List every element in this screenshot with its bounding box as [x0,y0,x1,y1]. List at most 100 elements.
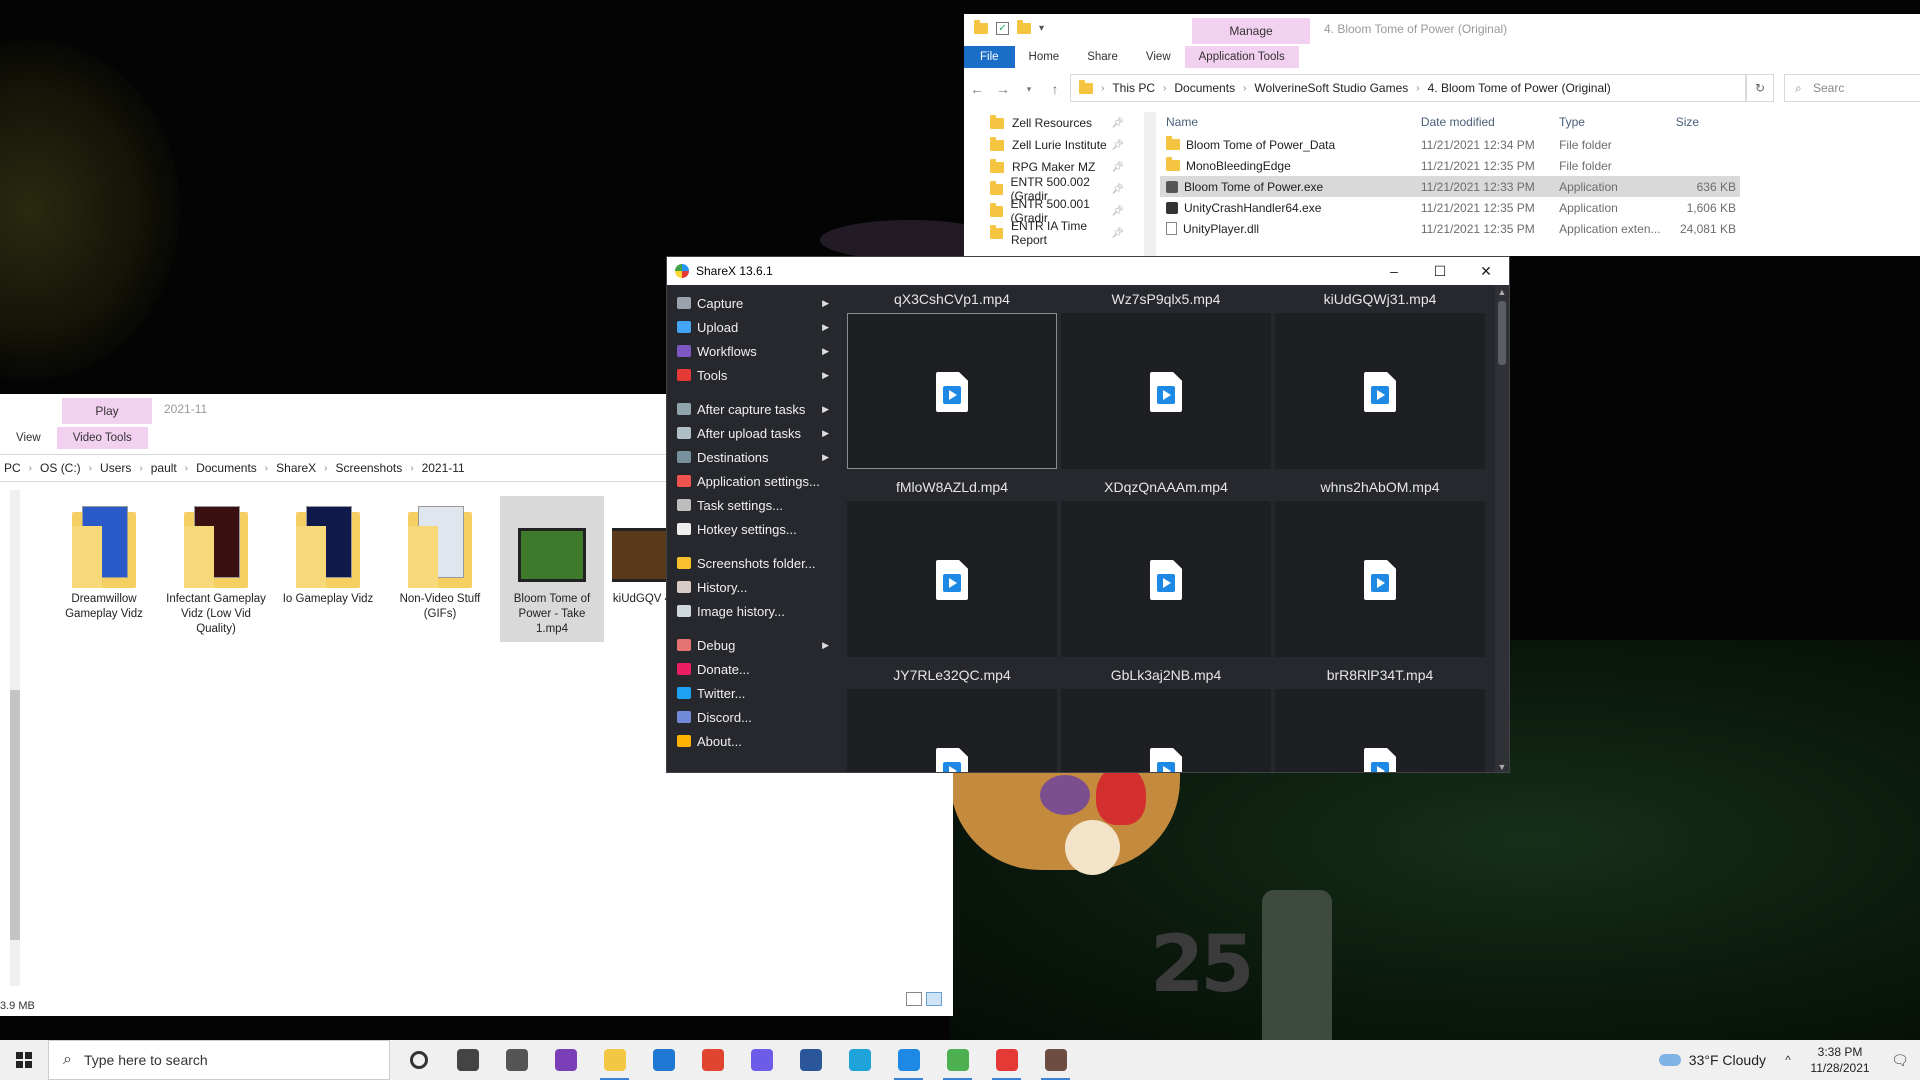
nav-pane-scrollbar[interactable] [10,490,20,986]
menu-item-capture[interactable]: Capture ▶ [667,291,837,315]
show-hidden-icons-chevron-icon[interactable]: ^ [1776,1053,1800,1067]
taskbar-app-button[interactable] [737,1040,786,1080]
column-header-name[interactable]: Name [1160,115,1413,129]
start-button[interactable] [0,1040,48,1080]
menu-item-application-settings[interactable]: Application settings... [667,469,837,493]
list-item[interactable]: Non-Video Stuff (GIFs) [388,496,492,642]
breadcrumb-item[interactable]: ShareX [276,461,316,475]
history-item[interactable]: JY7RLe32QC.mp4 [847,661,1057,772]
history-item-thumbnail[interactable] [1061,689,1271,772]
recent-locations-icon[interactable]: ▾ [1016,84,1042,95]
column-header-date[interactable]: Date modified [1413,115,1553,129]
sharex-titlebar[interactable]: ShareX 13.6.1 – ☐ ✕ [667,257,1509,285]
notification-center-icon[interactable]: 🗨︎ [1880,1052,1920,1069]
list-item[interactable]: kiUdGQV 4 [612,496,672,642]
history-item-thumbnail[interactable] [1061,501,1271,657]
breadcrumb-item[interactable]: WolverineSoft Studio Games [1254,81,1408,95]
scroll-down-icon[interactable]: ▼ [1495,762,1509,772]
menu-item-about[interactable]: About... [667,729,837,753]
new-folder-icon[interactable] [1017,20,1031,34]
close-icon[interactable]: ✕ [1463,257,1509,285]
history-item[interactable]: XDqzQnAAAm.mp4 [1061,473,1271,657]
breadcrumb-item[interactable]: Documents [1174,81,1235,95]
breadcrumb-item[interactable]: pault [151,461,177,475]
history-item[interactable]: whns2hAbOM.mp4 [1275,473,1485,657]
explorer-window-game-folder[interactable]: ✓ ▾ Manage 4. Bloom Tome of Power (Origi… [964,14,1920,256]
column-header-size[interactable]: Size [1670,115,1740,129]
details-view-icon[interactable] [906,992,922,1006]
history-item-thumbnail[interactable] [1275,689,1485,772]
list-item[interactable]: Dreamwillow Gameplay Vidz [52,496,156,642]
history-item[interactable]: qX3CshCVp1.mp4 [847,285,1057,469]
tab-share[interactable]: Share [1073,46,1132,68]
scrollbar-thumb[interactable] [10,690,20,940]
tab-view[interactable]: View [1132,46,1185,68]
history-item[interactable]: Wz7sP9qlx5.mp4 [1061,285,1271,469]
taskbar-app-button[interactable] [639,1040,688,1080]
breadcrumb-item[interactable]: This PC [1112,81,1155,95]
history-item[interactable]: GbLk3aj2NB.mp4 [1061,661,1271,772]
menu-item-screenshots-folder[interactable]: Screenshots folder... [667,551,837,575]
taskbar-app-button[interactable] [541,1040,590,1080]
forward-arrow-icon[interactable]: → [990,81,1016,97]
taskbar-app-button[interactable] [982,1040,1031,1080]
history-item-thumbnail[interactable] [847,501,1057,657]
tab-file[interactable]: File [964,46,1015,68]
nav-item[interactable]: ENTR IA Time Report 📌︎ [990,219,1124,247]
breadcrumb-item[interactable]: OS (C:) [40,461,81,475]
menu-item-twitter[interactable]: Twitter... [667,681,837,705]
large-icons-view-icon[interactable] [926,992,942,1006]
search-input[interactable]: ⌕ Searc [1784,74,1920,102]
nav-item[interactable]: Zell Resources 📌︎ [990,112,1124,134]
tab-application-tools[interactable]: Application Tools [1184,46,1299,68]
menu-item-task-settings[interactable]: Task settings... [667,493,837,517]
breadcrumb-item[interactable]: 2021-11 [422,461,465,475]
menu-item-history[interactable]: History... [667,575,837,599]
table-row[interactable]: UnityCrashHandler64.exe 11/21/2021 12:35… [1160,197,1740,218]
taskbar-app-button[interactable] [884,1040,933,1080]
taskbar-app-button[interactable] [1031,1040,1080,1080]
menu-item-tools[interactable]: Tools ▶ [667,363,837,387]
taskbar-app-button[interactable] [443,1040,492,1080]
menu-item-destinations[interactable]: Destinations ▶ [667,445,837,469]
nav-pane-scrollbar[interactable] [1144,112,1156,256]
history-scrollbar[interactable]: ▲ ▼ [1495,285,1509,772]
history-item-thumbnail[interactable] [847,689,1057,772]
list-item[interactable]: Infectant Gameplay Vidz (Low Vid Quality… [164,496,268,642]
history-item-thumbnail[interactable] [1275,501,1485,657]
taskbar-app-button[interactable] [590,1040,639,1080]
scrollbar-thumb[interactable] [1498,301,1506,365]
list-item[interactable]: Io Gameplay Vidz [276,496,380,642]
tab-manage[interactable]: Manage [1192,18,1310,44]
clock[interactable]: 3:38 PM 11/28/2021 [1800,1044,1880,1076]
nav-item[interactable]: Zell Lurie Institute 📌︎ [990,134,1124,156]
taskbar-app-button[interactable] [835,1040,884,1080]
history-item-thumbnail[interactable] [1275,313,1485,469]
customize-toolbar-icon[interactable]: ▾ [1039,23,1044,34]
table-row[interactable]: UnityPlayer.dll 11/21/2021 12:35 PM Appl… [1160,218,1740,239]
taskbar-app-button[interactable] [492,1040,541,1080]
table-row[interactable]: Bloom Tome of Power_Data 11/21/2021 12:3… [1160,134,1740,155]
column-header-type[interactable]: Type [1553,115,1670,129]
address-bar[interactable]: PC › OS (C:) › Users › pault › Documents… [0,454,670,482]
up-arrow-icon[interactable]: ↑ [1042,81,1068,97]
menu-item-debug[interactable]: Debug ▶ [667,633,837,657]
tab-video-tools[interactable]: Video Tools [56,427,148,449]
breadcrumb-item[interactable]: Screenshots [336,461,403,475]
breadcrumb-item[interactable]: Users [100,461,131,475]
weather-widget[interactable]: 33°F Cloudy [1658,1052,1766,1068]
taskbar-app-button[interactable] [933,1040,982,1080]
history-item-thumbnail[interactable] [1061,313,1271,469]
taskbar-search-box[interactable]: ⌕ Type here to search [48,1040,390,1080]
history-item[interactable]: kiUdGQWj31.mp4 [1275,285,1485,469]
properties-check-icon[interactable]: ✓ [996,22,1009,35]
table-row[interactable]: MonoBleedingEdge 11/21/2021 12:35 PM Fil… [1160,155,1740,176]
folder-icon[interactable] [974,20,988,34]
menu-item-donate[interactable]: Donate... [667,657,837,681]
minimize-icon[interactable]: – [1371,257,1417,285]
menu-item-after-upload-tasks[interactable]: After upload tasks ▶ [667,421,837,445]
taskbar-app-button[interactable] [786,1040,835,1080]
menu-item-image-history[interactable]: Image history... [667,599,837,623]
tab-home[interactable]: Home [1015,46,1074,68]
history-item[interactable]: brR8RlP34T.mp4 [1275,661,1485,772]
